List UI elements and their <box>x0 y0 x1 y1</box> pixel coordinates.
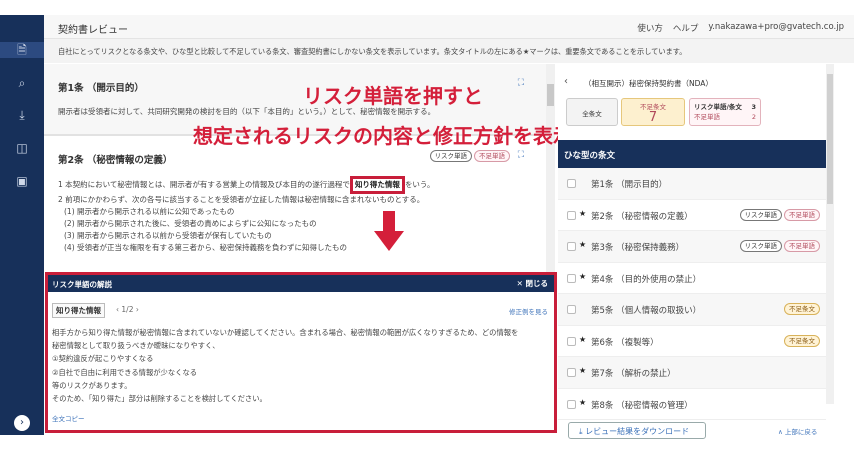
text-line: 秘密情報として取り扱うべきか曖昧になりやすく、 <box>52 341 220 351</box>
article-2: 第2条 （秘密情報の定義） リスク単語 不足単語 ⛶ 1 本契約において秘密情報… <box>44 138 546 278</box>
article-list-item[interactable]: ★ 第6条 （複製等） 不足条文 <box>558 326 826 357</box>
view-fix-example-link[interactable]: 修正例を見る <box>509 306 548 316</box>
star-icon: ★ <box>579 208 587 218</box>
risk-word-tag[interactable]: リスク単語 <box>429 150 472 162</box>
expand-sidebar-icon[interactable]: › <box>14 415 30 431</box>
article-list-item[interactable]: 第5条 （個人情報の取扱い） 不足条文 <box>558 294 826 326</box>
filter-label: リスク単語/条文 <box>694 103 742 111</box>
filter-lacking-articles[interactable]: 不足条文 7 <box>621 98 685 126</box>
document-title: （相互開示）秘密保持契約書（NDA） <box>584 79 713 88</box>
expand-icon[interactable]: ⛶ <box>518 150 524 160</box>
button-label: レビュー結果をダウンロード <box>585 427 690 436</box>
header: 契約書レビュー 使い方 ヘルプ y.nakazawa+pro@gvatech.c… <box>44 15 854 39</box>
filter-count: 3 <box>751 103 756 111</box>
star-icon: ★ <box>579 397 587 407</box>
filter-count: 7 <box>648 110 658 125</box>
article-list-item[interactable]: 第1条 （開示目的） <box>558 168 826 200</box>
text-line: そのため、「知り得た」部分は削除することを検討してください。 <box>52 394 267 404</box>
article-label: 第4条 （目的外使用の禁止） <box>591 274 702 285</box>
annotation-text: リスク単語を押すと <box>303 84 483 108</box>
risk-word-chip: 知り得た情報 <box>52 303 105 318</box>
text-line: 等のリスクがあります。 <box>52 380 132 390</box>
article-title: 第2条 （秘密情報の定義） <box>58 155 173 166</box>
line-text: 1 本契約において秘密情報とは、開示者が有する営業上の情報及び本目的の遂行過程で <box>58 180 350 189</box>
article-tag[interactable]: 不足条文 <box>784 303 820 315</box>
checkbox[interactable] <box>567 179 576 188</box>
back-icon[interactable]: ‹ <box>564 76 568 87</box>
text-line: ①契約違反が起こりやすくなる <box>52 354 154 364</box>
checkbox[interactable] <box>567 305 576 314</box>
how-to-link[interactable]: 使い方 <box>637 22 663 34</box>
risk-word-highlight[interactable]: 知り得た情報 <box>349 176 405 194</box>
text-line: ②自社で自由に利用できる情報が少なくなる <box>52 367 198 377</box>
scrollbar[interactable] <box>546 64 555 274</box>
star-icon: ★ <box>579 240 587 249</box>
article-list-panel: ‹ （相互開示）秘密保持契約書（NDA） 全条文 不足条文 7 リスク単語/条文 3… <box>558 64 826 434</box>
panel-title: リスク単語の解説 <box>52 280 112 289</box>
link-label: 上部に戻る <box>784 428 818 436</box>
checkbox[interactable] <box>567 336 576 346</box>
pager-label: 1/2 <box>121 305 134 314</box>
article-label: 第6条 （複製等） <box>591 337 659 348</box>
article-list-item[interactable]: ★ 第3条 （秘密保持義務） リスク単語 不足単語 <box>558 231 826 263</box>
article-list: 第1条 （開示目的） ★ 第2条 （秘密情報の定義） リスク単語 不足単語 ★ 第3条 （秘… <box>558 168 826 420</box>
copy-all-link[interactable]: 全文コピー <box>52 413 85 423</box>
article-label: 第8条 （秘密情報の管理） <box>591 400 693 411</box>
sidebar: 🗎 ⌕ ⤓ ◫ ▣ › <box>0 15 44 435</box>
filter-label: 全条文 <box>582 110 602 118</box>
user-menu[interactable]: y.nakazawa+pro@gvatech.co.jp <box>708 22 844 34</box>
text-line: 相手方から知り得た情報が秘密情報に含まれていないか確認してください。含まれる場合… <box>52 328 519 337</box>
article-label: 第3条 （秘密保持義務） <box>591 243 685 253</box>
star-icon: ★ <box>579 366 587 375</box>
article-title: 第1条 （開示目的） <box>58 83 144 94</box>
article-tag[interactable]: 不足単語 <box>784 208 820 221</box>
pager[interactable]: ‹ 1/2 › <box>116 305 139 314</box>
article-list-item[interactable]: ★ 第4条 （目的外使用の禁止） <box>558 263 826 294</box>
article-list-item[interactable]: ★ 第2条 （秘密情報の定義） リスク単語 不足単語 <box>558 200 826 231</box>
checkbox[interactable] <box>567 210 576 220</box>
template-icon[interactable]: ▣ <box>14 173 30 189</box>
article-tag[interactable]: リスク単語 <box>739 208 782 221</box>
expand-icon[interactable]: ⛶ <box>518 78 524 88</box>
download-results-button[interactable]: ⤓ レビュー結果をダウンロード <box>568 422 706 439</box>
article-label: 第2条 （秘密情報の定義） <box>591 211 693 222</box>
checkbox[interactable] <box>567 242 576 251</box>
back-to-top-link[interactable]: ∧ 上部に戻る <box>778 426 817 436</box>
article-list-item[interactable]: ★ 第7条 （解析の禁止） <box>558 357 826 389</box>
document-review-icon[interactable]: 🗎 <box>0 42 44 58</box>
article-label: 第1条 （開示目的） <box>591 180 668 190</box>
short-word-tag[interactable]: 不足単語 <box>474 150 510 162</box>
page-title: 契約書レビュー <box>58 25 128 36</box>
search-icon[interactable]: ⌕ <box>14 75 30 91</box>
checkbox[interactable] <box>567 273 576 283</box>
help-link[interactable]: ヘルプ <box>673 22 699 34</box>
filter-all[interactable]: 全条文 <box>566 98 618 126</box>
checkbox[interactable] <box>567 399 576 409</box>
close-button[interactable]: ✕ 閉じる <box>517 278 548 289</box>
down-arrow-icon <box>374 211 404 251</box>
article-tag[interactable]: 不足単語 <box>784 240 820 252</box>
annotation-text: 想定されるリスクの内容と修正方針を表示 <box>193 124 573 148</box>
close-label: 閉じる <box>525 279 549 288</box>
compare-icon[interactable]: ◫ <box>14 140 30 156</box>
checkbox[interactable] <box>567 368 576 377</box>
star-icon: ★ <box>579 334 587 344</box>
line-text: 2 前項にかかわらず、次の各号に該当することを受領者が立証した情報は秘密情報に含… <box>58 195 425 204</box>
scrollbar[interactable] <box>826 64 834 404</box>
filter-count: 2 <box>751 113 756 121</box>
article-list-item[interactable]: ★ 第8条 （秘密情報の管理） <box>558 389 826 420</box>
section-header: ひな型の条文 <box>558 140 826 168</box>
filter-label: 不足単語 <box>694 113 720 121</box>
filter-risk-words[interactable]: リスク単語/条文 3 不足単語 2 <box>689 98 761 126</box>
star-icon: ★ <box>579 271 587 281</box>
notice-bar: 自社にとってリスクとなる条文や、ひな型と比較して不足している条文、審査契約書にし… <box>44 39 854 63</box>
article-tag[interactable]: リスク単語 <box>739 240 782 252</box>
risk-word-panel: リスク単語の解説 ✕ 閉じる 知り得た情報 ‹ 1/2 › 修正例を見る 相手方… <box>45 272 557 433</box>
line-text: をいう。 <box>404 180 435 189</box>
article-label: 第5条 （個人情報の取扱い） <box>591 306 702 316</box>
article-label: 第7条 （解析の禁止） <box>591 369 676 379</box>
explanation-text: 相手方から知り得た情報が秘密情報に含まれていないか確認してください。含まれる場合… <box>52 326 552 405</box>
article-tag[interactable]: 不足条文 <box>784 334 820 347</box>
download-icon[interactable]: ⤓ <box>14 107 30 123</box>
